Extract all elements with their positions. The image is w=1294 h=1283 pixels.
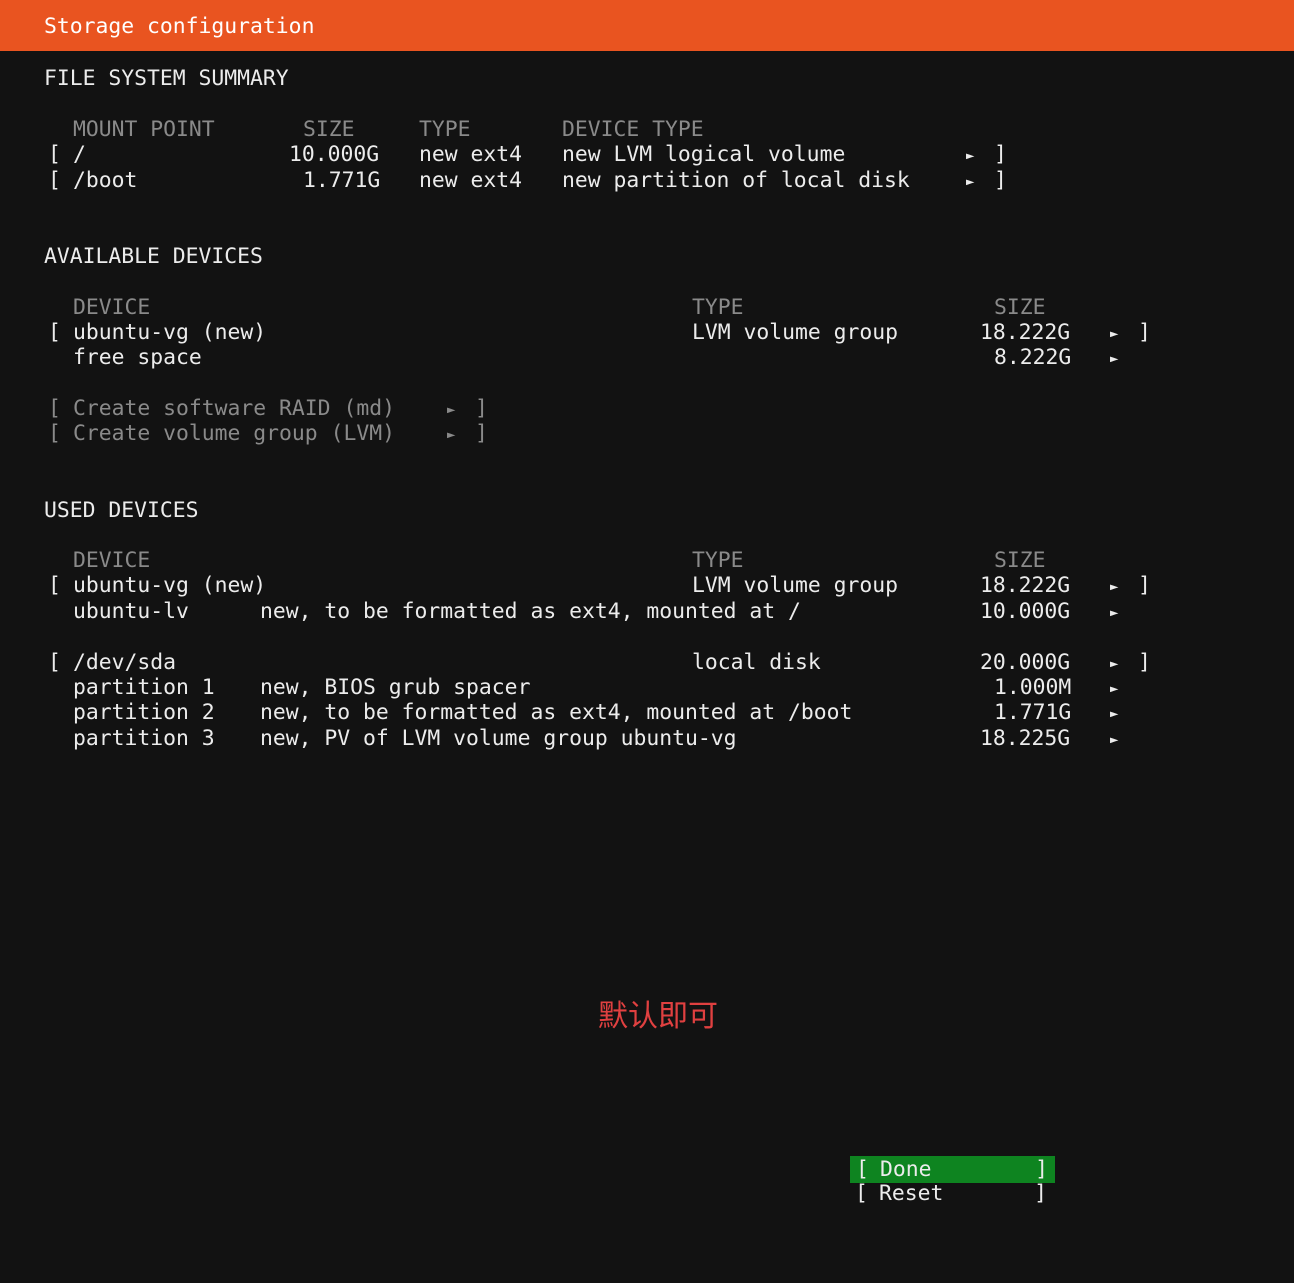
done-button[interactable]: [ Done ] — [850, 1156, 1055, 1183]
arrow-right-icon: ► — [447, 427, 456, 443]
open-bracket: [ — [48, 142, 61, 167]
fs-type: new ext4 — [419, 168, 523, 193]
col-type: TYPE — [692, 548, 744, 573]
col-type: TYPE — [419, 117, 471, 142]
col-device: DEVICE — [73, 295, 151, 320]
arrow-right-icon[interactable]: ► — [1110, 322, 1118, 348]
size: 1.771G — [303, 168, 381, 193]
title-bar: Storage configuration — [0, 0, 1294, 51]
col-size: SIZE — [994, 548, 1046, 573]
fs-type: new ext4 — [419, 142, 523, 167]
mount-point: / — [73, 142, 86, 167]
device-type: new LVM logical volume — [562, 142, 846, 167]
open-bracket: [ — [48, 650, 61, 675]
device-size: 20.000G — [980, 650, 1071, 675]
col-mount-point: MOUNT POINT — [73, 117, 215, 142]
close-bracket: ] — [1138, 320, 1151, 345]
close-bracket: ] — [1138, 650, 1151, 675]
page-title: Storage configuration — [44, 14, 315, 39]
device-type: new partition of local disk — [562, 168, 910, 193]
arrow-right-icon[interactable]: ► — [1110, 728, 1118, 754]
used-row-partition-2[interactable]: partition 2 new, to be formatted as ext4… — [0, 700, 1294, 726]
device-name: partition 2 — [73, 700, 215, 725]
used-devices-title: USED DEVICES — [44, 498, 199, 523]
device-type: local disk — [692, 650, 821, 675]
device-name: ubuntu-lv — [73, 599, 189, 624]
create-raid-label: Create software RAID (md) — [73, 396, 395, 421]
device-type: LVM volume group — [692, 320, 899, 345]
used-row-dev-sda[interactable]: [ /dev/sda local disk 20.000G ► ] — [0, 650, 1294, 676]
close-bracket: ] — [994, 168, 1007, 193]
close-bracket: ] — [475, 421, 488, 446]
used-row-partition-3[interactable]: partition 3 new, PV of LVM volume group … — [0, 726, 1294, 752]
arrow-right-icon[interactable]: ► — [1110, 347, 1118, 373]
device-size: 1.000M — [994, 675, 1072, 700]
used-header: DEVICE TYPE SIZE — [0, 548, 1294, 574]
arrow-right-icon[interactable]: ► — [1110, 601, 1118, 627]
col-device-type: DEVICE TYPE — [562, 117, 704, 142]
arrow-right-icon: ► — [447, 402, 456, 418]
device-name: partition 3 — [73, 726, 215, 751]
device-description: new, BIOS grub spacer — [260, 675, 531, 700]
arrow-right-icon[interactable]: ► — [1110, 702, 1118, 728]
fs-row-boot[interactable]: [ /boot 1.771G new ext4 new partition of… — [0, 168, 1294, 194]
create-raid-button[interactable]: [ Create software RAID (md) ► ] — [0, 396, 1294, 422]
col-type: TYPE — [692, 295, 744, 320]
arrow-right-icon[interactable]: ► — [1110, 677, 1118, 703]
device-name: partition 1 — [73, 675, 215, 700]
used-row-partition-1[interactable]: partition 1 new, BIOS grub spacer 1.000M… — [0, 675, 1294, 701]
available-devices-title: AVAILABLE DEVICES — [44, 244, 263, 269]
size: 10.000G — [289, 142, 380, 167]
arrow-right-icon[interactable]: ► — [1110, 652, 1118, 678]
reset-button[interactable]: [ Reset ] — [850, 1181, 1053, 1206]
device-name: ubuntu-vg (new) — [73, 573, 267, 598]
open-bracket: [ — [855, 1181, 868, 1206]
device-name: /dev/sda — [73, 650, 177, 675]
col-device: DEVICE — [73, 548, 151, 573]
device-size: 1.771G — [994, 700, 1072, 725]
used-row-ubuntu-lv[interactable]: ubuntu-lv new, to be formatted as ext4, … — [0, 599, 1294, 625]
open-bracket: [ — [48, 421, 61, 446]
available-header: DEVICE TYPE SIZE — [0, 295, 1294, 321]
fs-row-root[interactable]: [ / 10.000G new ext4 new LVM logical vol… — [0, 142, 1294, 168]
col-size: SIZE — [994, 295, 1046, 320]
col-size: SIZE — [303, 117, 355, 142]
arrow-right-icon[interactable]: ► — [966, 144, 974, 170]
fs-summary-title: FILE SYSTEM SUMMARY — [44, 66, 289, 91]
device-size: 18.225G — [980, 726, 1071, 751]
close-bracket: ] — [1035, 1157, 1048, 1182]
device-name: free space — [73, 345, 202, 370]
open-bracket: [ — [856, 1157, 869, 1182]
available-row-free-space[interactable]: free space 8.222G ► — [0, 345, 1294, 371]
create-lvm-label: Create volume group (LVM) — [73, 421, 395, 446]
fs-summary-header: MOUNT POINT SIZE TYPE DEVICE TYPE — [0, 117, 1294, 143]
done-label: Done — [880, 1157, 932, 1182]
device-name: ubuntu-vg (new) — [73, 320, 267, 345]
device-size: 8.222G — [994, 345, 1072, 370]
close-bracket: ] — [1138, 573, 1151, 598]
close-bracket: ] — [475, 396, 488, 421]
used-row-ubuntu-vg[interactable]: [ ubuntu-vg (new) LVM volume group 18.22… — [0, 573, 1294, 599]
device-description: new, to be formatted as ext4, mounted at… — [260, 700, 853, 725]
device-description: new, PV of LVM volume group ubuntu-vg — [260, 726, 737, 751]
annotation-text: 默认即可 — [598, 999, 718, 1034]
arrow-right-icon[interactable]: ► — [1110, 575, 1118, 601]
close-bracket: ] — [994, 142, 1007, 167]
device-size: 10.000G — [980, 599, 1071, 624]
mount-point: /boot — [73, 168, 138, 193]
reset-label: Reset — [879, 1181, 944, 1206]
device-description: new, to be formatted as ext4, mounted at… — [260, 599, 801, 624]
close-bracket: ] — [1034, 1181, 1047, 1206]
device-size: 18.222G — [980, 573, 1071, 598]
open-bracket: [ — [48, 168, 61, 193]
arrow-right-icon[interactable]: ► — [966, 170, 974, 196]
available-row-ubuntu-vg[interactable]: [ ubuntu-vg (new) LVM volume group 18.22… — [0, 320, 1294, 346]
open-bracket: [ — [48, 396, 61, 421]
device-type: LVM volume group — [692, 573, 899, 598]
open-bracket: [ — [48, 573, 61, 598]
create-lvm-button[interactable]: [ Create volume group (LVM) ► ] — [0, 421, 1294, 447]
device-size: 18.222G — [980, 320, 1071, 345]
open-bracket: [ — [48, 320, 61, 345]
